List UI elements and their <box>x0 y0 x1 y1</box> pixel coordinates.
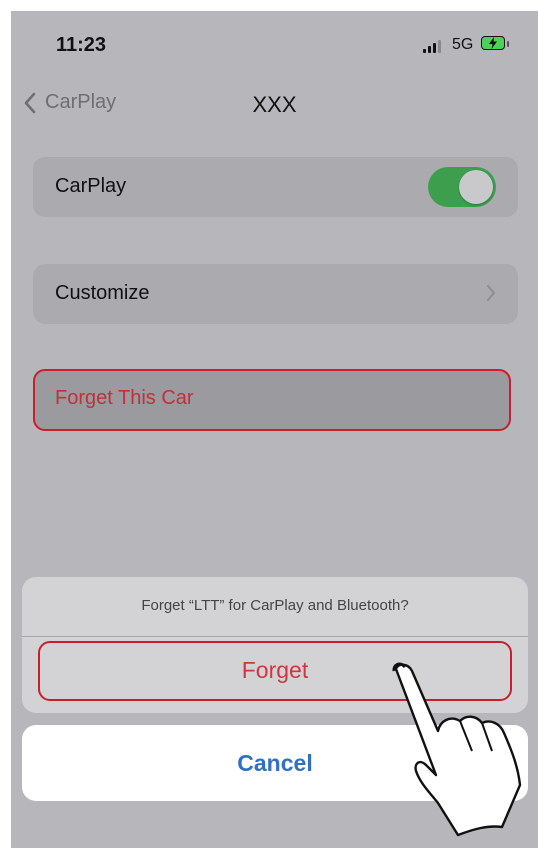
carplay-row: CarPlay <box>33 157 518 217</box>
phone-screen: 11:23 5G CarPlay XXX CarPlay Customize F… <box>11 11 538 848</box>
divider <box>22 636 528 637</box>
battery-charging-icon <box>481 36 509 52</box>
tapping-hand-icon <box>392 662 522 837</box>
carplay-label: CarPlay <box>55 175 127 197</box>
forget-this-car-label: Forget This Car <box>55 387 194 409</box>
customize-label: Customize <box>55 282 150 304</box>
status-time: 11:23 <box>56 34 107 56</box>
action-sheet-message: Forget “LTT” for CarPlay and Bluetooth? <box>141 597 409 614</box>
chevron-right-icon <box>487 285 495 301</box>
toggle-knob <box>459 170 493 204</box>
page-title: XXX <box>252 92 297 117</box>
network-type: 5G <box>452 36 474 53</box>
forget-this-car-row[interactable]: Forget This Car <box>33 369 511 431</box>
carplay-toggle[interactable] <box>428 167 496 207</box>
customize-row[interactable]: Customize <box>33 264 518 324</box>
status-bar: 11:23 5G <box>11 11 538 73</box>
cellular-signal-icon <box>423 39 443 53</box>
navigation-bar: CarPlay XXX <box>11 85 538 125</box>
